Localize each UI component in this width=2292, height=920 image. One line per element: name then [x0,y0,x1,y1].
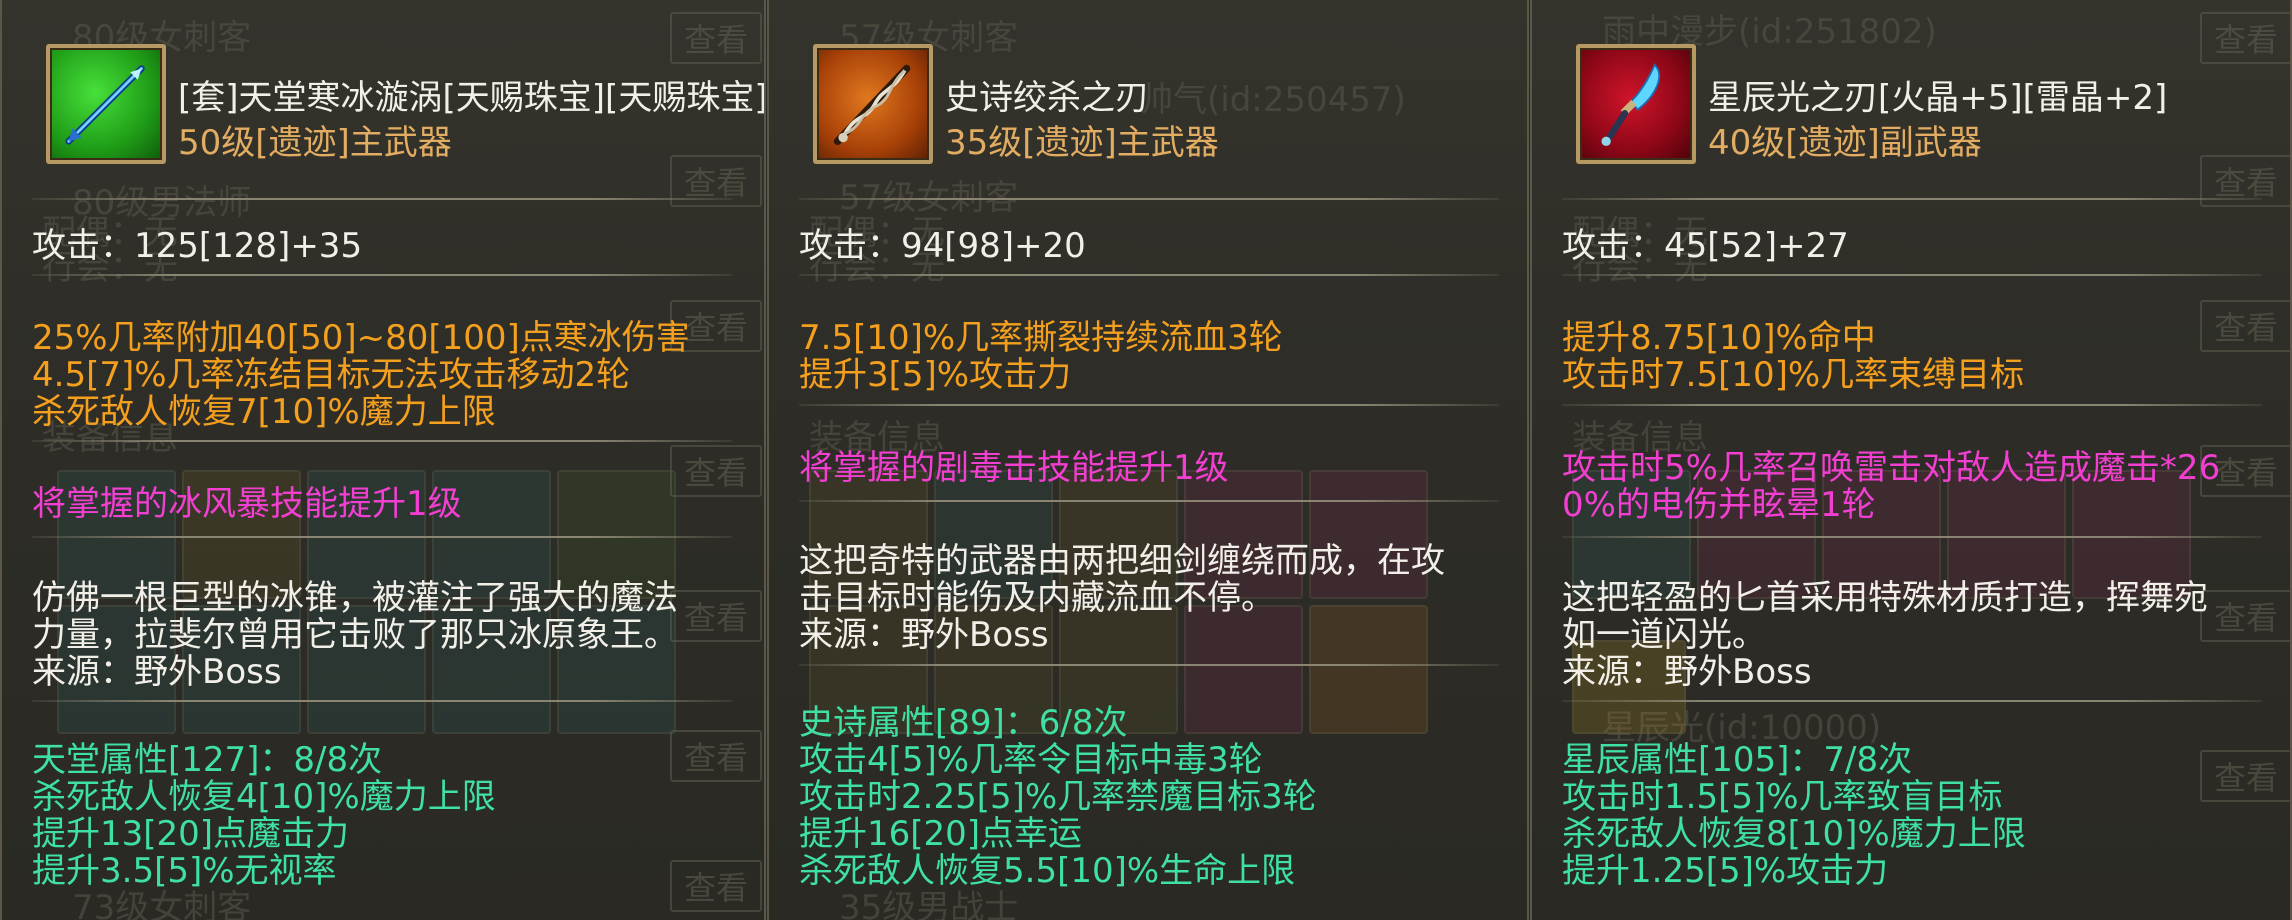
set-attribute-line: 攻击时1.5[5]%几率致盲目标 [1562,777,2003,817]
description-line: 这把奇特的武器由两把细剑缠绕而成，在攻 [799,541,1445,581]
item-description: 这把奇特的武器由两把细剑缠绕而成，在攻 击目标时能伤及内藏流血不停。 来源：野外… [799,543,1445,654]
skill-bonus: 攻击时5%几率召唤雷击对敌人造成魔击*26 0%的电伤并眩晕1轮 [1562,450,2220,524]
skill-bonus-line: 0%的电伤并眩晕1轮 [1562,485,1876,525]
separator [32,700,732,702]
base-attributes: 25%几率附加40[50]~80[100]点寒冰伤害 4.5[7]%几率冻结目标… [32,320,690,431]
bg-check-button: 查看 [2200,300,2290,352]
base-attribute-line: 杀死敌人恢复7[10]%魔力上限 [32,392,496,432]
item-tooltip-1: 80级女刺客 80级男法师 配偶：无 行会：无 装备信息 73级女刺客 查看 查… [0,0,766,920]
separator [1562,274,2262,276]
skill-bonus-line: 攻击时5%几率召唤雷击对敌人造成魔击*26 [1562,448,2221,488]
base-attribute-line: 提升8.75[10]%命中 [1562,318,1876,358]
separator [32,440,732,442]
base-attribute-line: 25%几率附加40[50]~80[100]点寒冰伤害 [32,318,690,358]
item-subtitle: 40级[遗迹]副武器 [1708,123,1982,163]
set-attributes: 天堂属性[127]：8/8次 杀死敌人恢复4[10]%魔力上限 提升13[20]… [32,742,496,890]
bg-check-button: 查看 [2200,750,2290,802]
set-attribute-line: 星辰属性[105]：7/8次 [1562,740,1913,780]
separator [32,274,732,276]
separator [32,198,732,200]
bg-check-button: 查看 [670,730,762,782]
set-attribute-line: 提升3.5[5]%无视率 [32,851,337,891]
item-subtitle: 50级[遗迹]主武器 [178,123,452,163]
description-line: 击目标时能伤及内藏流血不停。 [799,578,1275,618]
bg-check-button: 查看 [670,860,762,912]
source-line: 来源：野外Boss [1562,652,1812,692]
base-attribute-line: 攻击时7.5[10]%几率束缚目标 [1562,355,2025,395]
bg-check-button: 查看 [670,590,762,642]
set-attribute-line: 史诗属性[89]：6/8次 [799,703,1128,743]
separator [799,500,1499,502]
attack-stat: 攻击：94[98]+20 [799,226,1086,266]
separator [1562,536,2262,538]
set-attribute-line: 提升16[20]点幸运 [799,814,1083,854]
set-attribute-line: 杀死敌人恢复8[10]%魔力上限 [1562,814,2026,854]
item-description: 仿佛一根巨型的冰锥，被灌注了强大的魔法 力量，拉斐尔曾用它击败了那只冰原象王。 … [32,580,678,691]
description-line: 力量，拉斐尔曾用它击败了那只冰原象王。 [32,615,678,655]
set-attributes: 星辰属性[105]：7/8次 攻击时1.5[5]%几率致盲目标 杀死敌人恢复8[… [1562,742,2026,890]
base-attribute-line: 4.5[7]%几率冻结目标无法攻击移动2轮 [32,355,631,395]
set-attribute-line: 攻击时2.25[5]%几率禁魔目标3轮 [799,777,1317,817]
bg-row-text: 帅气(id:250457) [1139,80,1406,120]
base-attribute-line: 提升3[5]%攻击力 [799,355,1072,395]
twisted-blade-icon [813,44,933,164]
set-attribute-line: 攻击4[5]%几率令目标中毒3轮 [799,740,1263,780]
bg-check-button: 查看 [2200,590,2290,642]
base-attributes: 7.5[10]%几率撕裂持续流血3轮 提升3[5]%攻击力 [799,320,1283,394]
base-attribute-line: 7.5[10]%几率撕裂持续流血3轮 [799,318,1283,358]
item-title: 史诗绞杀之刃 [945,78,1149,118]
separator [1562,198,2262,200]
base-attributes: 提升8.75[10]%命中 攻击时7.5[10]%几率束缚目标 [1562,320,2024,394]
item-description: 这把轻盈的匕首采用特殊材质打造，挥舞宛 如一道闪光。 来源：野外Boss [1562,580,2208,691]
source-line: 来源：野外Boss [799,615,1049,655]
description-line: 如一道闪光。 [1562,615,1766,655]
separator [32,536,732,538]
description-line: 这把轻盈的匕首采用特殊材质打造，挥舞宛 [1562,578,2208,618]
separator [1562,404,2262,406]
star-dagger-icon [1576,44,1696,164]
ice-spear-icon [46,44,166,164]
set-attributes: 史诗属性[89]：6/8次 攻击4[5]%几率令目标中毒3轮 攻击时2.25[5… [799,705,1317,890]
item-tooltip-2: 57级女刺客 帅气(id:250457) 57级女刺客 配偶：无 行会：无 装备… [767,0,1529,920]
bg-check-button: 查看 [670,12,762,64]
set-attribute-line: 杀死敌人恢复4[10]%魔力上限 [32,777,496,817]
attack-stat: 攻击：125[128]+35 [32,226,363,266]
separator [799,664,1499,666]
separator [799,274,1499,276]
item-subtitle: 35级[遗迹]主武器 [945,123,1219,163]
item-title: 星辰光之刃[火晶+5][雷晶+2] [1708,78,2168,118]
skill-bonus-line: 将掌握的剧毒击技能提升1级 [799,448,1229,488]
set-attribute-line: 提升13[20]点魔击力 [32,814,350,854]
description-line: 仿佛一根巨型的冰锥，被灌注了强大的魔法 [32,578,678,618]
set-attribute-line: 天堂属性[127]：8/8次 [32,740,383,780]
item-title: [套]天堂寒冰漩涡[天赐珠宝][天赐珠宝] [178,78,766,118]
attack-stat: 攻击：45[52]+27 [1562,226,1849,266]
bg-check-button: 查看 [2200,12,2290,64]
source-line: 来源：野外Boss [32,652,282,692]
item-tooltip-3: 雨中漫步(id:251802) 配偶：无 行会：无 装备信息 星辰光(id:10… [1530,0,2292,920]
set-attribute-line: 杀死敌人恢复5.5[10]%生命上限 [799,851,1296,891]
skill-bonus-line: 将掌握的冰风暴技能提升1级 [32,484,462,524]
set-attribute-line: 提升1.25[5]%攻击力 [1562,851,1889,891]
separator [799,198,1499,200]
separator [1562,700,2262,702]
separator [799,404,1499,406]
bg-check-button: 查看 [670,445,762,497]
